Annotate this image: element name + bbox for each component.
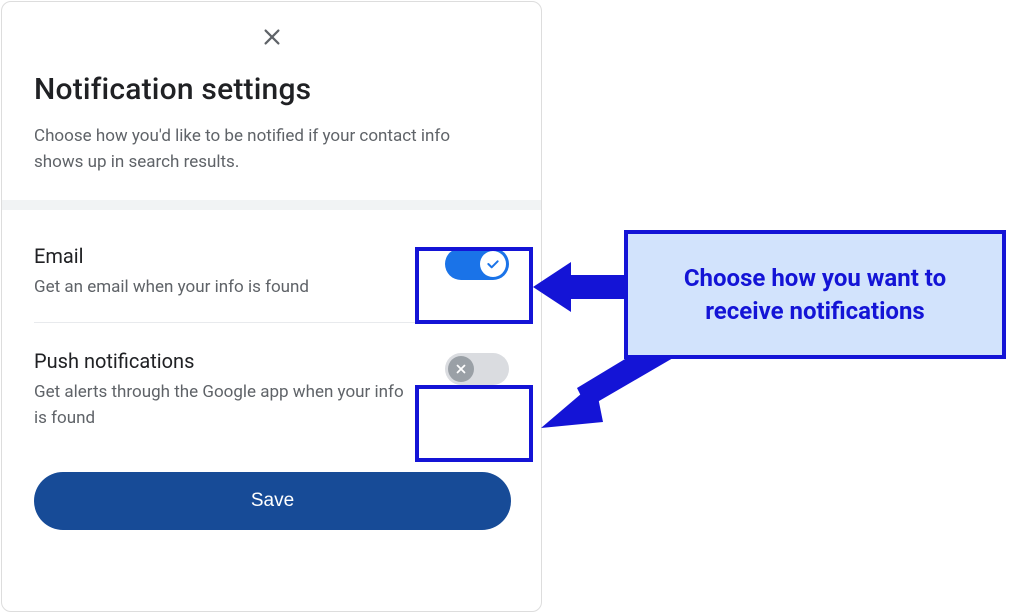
push-toggle[interactable] <box>445 353 509 385</box>
annotation-callout-text: Choose how you want to receive notificat… <box>648 262 982 327</box>
x-icon <box>454 362 468 376</box>
toggle-wrap <box>431 349 509 385</box>
annotation-callout: Choose how you want to receive notificat… <box>624 230 1006 359</box>
save-button[interactable]: Save <box>34 472 511 530</box>
close-icon <box>261 26 283 48</box>
option-text: Push notifications Get alerts through th… <box>34 349 419 432</box>
close-row <box>2 2 541 60</box>
option-title: Push notifications <box>34 349 419 373</box>
option-title: Email <box>34 244 419 268</box>
toggle-knob <box>448 356 474 382</box>
option-text: Email Get an email when your info is fou… <box>34 244 419 300</box>
option-description: Get alerts through the Google app when y… <box>34 379 419 432</box>
modal-title: Notification settings <box>34 72 509 107</box>
annotation-box-email-toggle <box>415 247 533 324</box>
annotation-box-push-toggle <box>415 385 533 462</box>
modal-subtitle: Choose how you'd like to be notified if … <box>34 123 464 176</box>
option-description: Get an email when your info is found <box>34 274 419 300</box>
annotation-arrow-1 <box>533 258 628 318</box>
close-button[interactable] <box>257 22 287 52</box>
section-divider <box>2 200 541 210</box>
modal-header: Notification settings Choose how you'd l… <box>2 60 541 200</box>
